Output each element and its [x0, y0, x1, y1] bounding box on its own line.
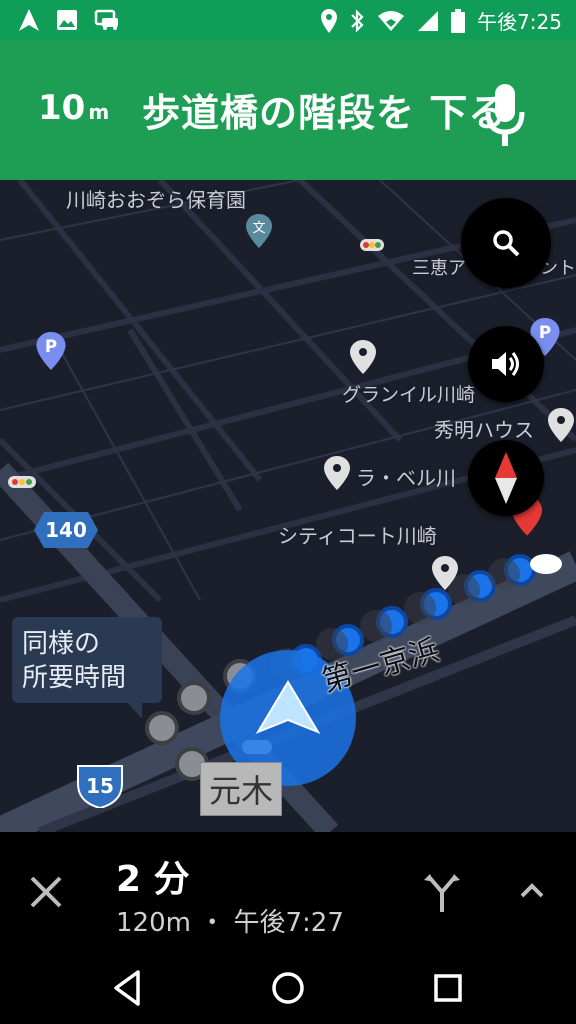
school-pin-icon[interactable]: 文	[246, 214, 272, 248]
tooltip-line1: 同様の	[22, 629, 101, 659]
distance-value: 10	[38, 88, 86, 128]
place-pin-icon[interactable]	[350, 340, 376, 374]
map-label-labelle: ラ・ベル川	[356, 466, 456, 490]
map-label-sankei: 三恵ア	[412, 258, 466, 279]
alternate-routes-icon[interactable]	[420, 870, 464, 914]
map-label-shumei: 秀明ハウス	[434, 418, 534, 442]
station-label: 元木	[200, 762, 282, 816]
eta-duration: 2 分	[116, 859, 190, 900]
tooltip-line2: 所要時間	[22, 663, 127, 693]
eta-details: 120m ・ 午後7:27	[116, 908, 344, 938]
map-view[interactable]: 文 P P 川崎おおぞら保育園 三恵ア ント グランイル川崎 秀明ハウス ラ・ベ…	[0, 180, 576, 832]
route-number: 15	[86, 774, 114, 798]
home-icon[interactable]	[266, 966, 310, 1010]
recents-icon[interactable]	[426, 966, 470, 1010]
wifi-icon	[378, 10, 405, 31]
svg-text:文: 文	[252, 221, 265, 236]
system-nav-bar	[0, 952, 576, 1024]
car-notification-icon	[94, 9, 118, 30]
map-label-citycourt: シティコート川崎	[278, 524, 437, 548]
volume-icon	[492, 352, 519, 376]
parking-pin-icon[interactable]: P	[36, 332, 66, 370]
bluetooth-icon	[351, 8, 364, 33]
status-bar: 午後7:25	[0, 0, 576, 40]
place-pin-icon[interactable]	[324, 456, 350, 490]
signal-icon	[418, 10, 439, 31]
map-label-granile: グランイル川崎	[342, 384, 476, 406]
image-icon	[57, 10, 77, 30]
back-icon[interactable]	[106, 966, 150, 1010]
location-icon	[321, 8, 338, 33]
place-pin-icon[interactable]	[432, 556, 458, 590]
battery-icon	[451, 8, 466, 33]
route-number: 140	[45, 518, 87, 542]
compass-icon	[495, 452, 517, 504]
maneuver-instruction: 歩道橋の階段を 下る	[142, 91, 508, 135]
alt-route-tooltip[interactable]: 同様の 所要時間	[12, 617, 162, 719]
trip-summary[interactable]: 2 分 120m ・ 午後7:27	[0, 832, 576, 952]
route-shield-140: 140	[34, 512, 98, 548]
sound-button[interactable]	[468, 326, 544, 402]
status-time: 午後7:25	[477, 10, 562, 34]
distance-unit: m	[88, 100, 110, 124]
place-pin-icon[interactable]	[548, 408, 574, 442]
compass-button[interactable]	[468, 440, 544, 516]
search-icon	[493, 230, 520, 257]
search-button[interactable]	[461, 198, 551, 288]
direction-banner[interactable]: 10 m 歩道橋の階段を 下る	[0, 40, 576, 180]
map-label-nursery: 川崎おおぞら保育園	[66, 188, 246, 212]
maneuver-distance: 10 m	[38, 88, 109, 128]
route-shield-15: 15	[76, 764, 124, 808]
svg-text:P: P	[45, 336, 57, 356]
close-icon[interactable]	[24, 870, 68, 914]
chevron-up-icon[interactable]	[512, 872, 552, 912]
svg-text:P: P	[539, 322, 551, 342]
navigation-icon	[19, 9, 39, 31]
microphone-icon[interactable]	[484, 82, 526, 148]
